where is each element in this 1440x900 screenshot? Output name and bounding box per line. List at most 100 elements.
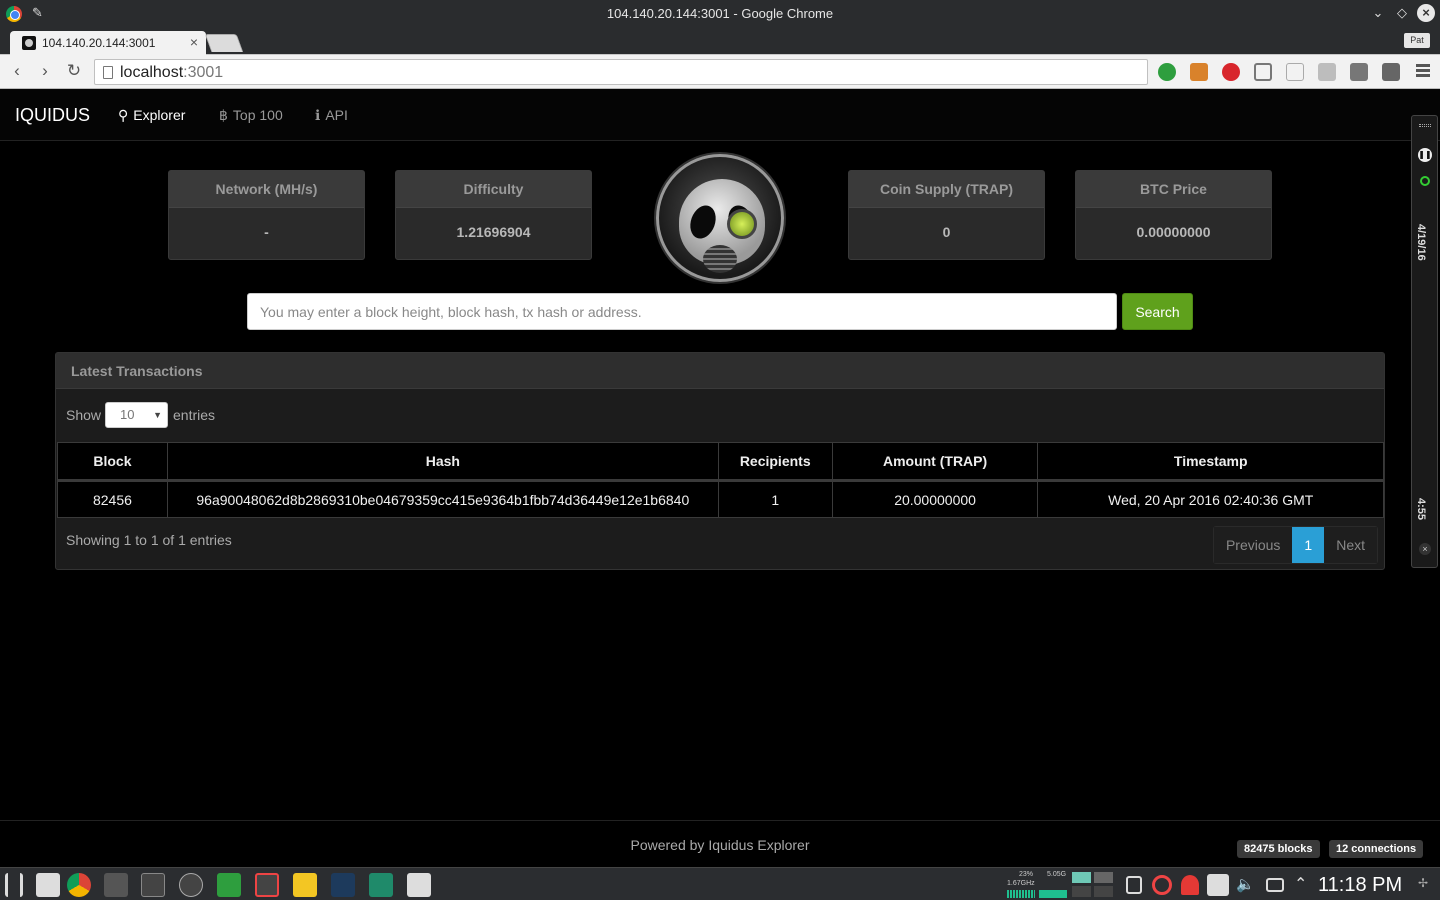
difficulty-stat: Difficulty 1.21696904: [395, 170, 592, 260]
widget-date: 4/19/16: [1415, 224, 1427, 261]
extension-gray-icon[interactable]: [1286, 63, 1304, 81]
terminal-icon[interactable]: [141, 873, 165, 897]
blocks-badge: 82475 blocks: [1237, 840, 1320, 858]
show-label: Show: [66, 407, 102, 423]
footer: Powered by Iquidus Explorer 82475 blocks…: [0, 820, 1440, 867]
app-circle-icon[interactable]: [179, 873, 203, 897]
volume-icon[interactable]: 🔈: [1236, 875, 1260, 899]
app-menu-icon[interactable]: [5, 873, 23, 897]
app-teal-icon[interactable]: [369, 873, 393, 897]
app-tray-icon[interactable]: [1207, 874, 1229, 896]
difficulty-stat-value: 1.21696904: [456, 224, 531, 240]
hash-cell[interactable]: 96a90048062d8b2869310be04679359cc415e936…: [166, 480, 719, 518]
nav-explorer[interactable]: ⚲ Explorer: [118, 107, 185, 124]
tab-close-icon[interactable]: ×: [190, 34, 198, 50]
profile-button[interactable]: Pat: [1404, 33, 1430, 48]
clipboard-icon[interactable]: [1126, 876, 1142, 894]
cpu-graph: [1007, 890, 1035, 898]
column-header-hash[interactable]: Hash: [166, 442, 719, 482]
top-navbar: IQUIDUS ⚲ Explorer ฿ Top 100 ℹ API: [0, 89, 1440, 141]
todo-tray-icon[interactable]: [1152, 875, 1172, 895]
reload-icon[interactable]: ↻: [64, 61, 84, 81]
file-manager-icon[interactable]: [36, 873, 60, 897]
search-button[interactable]: Search: [1122, 293, 1193, 330]
new-tab-button[interactable]: [204, 34, 244, 52]
network-stat-value: -: [264, 224, 269, 240]
column-header-block[interactable]: Block: [57, 442, 168, 482]
coin-supply-stat: Coin Supply (TRAP) 0: [848, 170, 1045, 260]
side-timer-widget: ❚❚ 4/19/16 4:55 ×: [1411, 115, 1438, 568]
latest-transactions-panel: Latest Transactions Show 10 ▼ entries Bl…: [55, 352, 1385, 570]
nav-top100[interactable]: ฿ Top 100: [219, 107, 283, 124]
workspace-2[interactable]: [1094, 872, 1113, 883]
extension-tree-icon[interactable]: [1318, 63, 1336, 81]
memory-usage: 5.05G: [1047, 871, 1067, 878]
powered-by-text: Powered by Iquidus Explorer: [630, 837, 810, 853]
column-header-recipients[interactable]: Recipients: [717, 442, 833, 482]
workspace-1[interactable]: [1072, 872, 1091, 883]
tab-strip: 104.140.20.144:3001 × Pat: [0, 28, 1440, 55]
css-icon[interactable]: [1350, 63, 1368, 81]
search-input[interactable]: [247, 293, 1117, 330]
workspace-3[interactable]: [1072, 886, 1091, 897]
cpu-frequency: 1.67GHz: [1007, 880, 1035, 887]
widget-close-icon[interactable]: ×: [1419, 543, 1431, 555]
maximize-icon[interactable]: ◇: [1393, 4, 1411, 22]
next-button[interactable]: Next: [1324, 527, 1377, 563]
pause-icon[interactable]: ❚❚: [1418, 148, 1432, 162]
coin-supply-stat-value: 0: [942, 224, 951, 240]
bitcoin-icon: ฿: [219, 107, 228, 123]
forward-icon[interactable]: ›: [35, 61, 55, 81]
os-taskbar: 23% 1.67GHz 5.05G 🔈 ⌃ 11:18 PM ✢: [0, 867, 1440, 900]
address-bar[interactable]: localhost:3001: [94, 59, 1148, 85]
search-icon: ⚲: [118, 107, 129, 123]
nav-api[interactable]: ℹ API: [315, 107, 348, 124]
app-yellow-icon[interactable]: [293, 873, 317, 897]
ghost-icon[interactable]: [1181, 875, 1199, 895]
address-bar-url[interactable]: localhost:3001: [120, 64, 223, 82]
column-header-amount[interactable]: Amount (TRAP): [831, 442, 1039, 482]
chrome-taskbar-icon[interactable]: [67, 873, 91, 897]
back-icon[interactable]: ‹: [7, 61, 27, 81]
app-green-icon[interactable]: [217, 873, 241, 897]
close-window-icon[interactable]: ×: [1417, 4, 1435, 22]
app-blue-icon[interactable]: [331, 873, 355, 897]
extension-orange-icon[interactable]: [1190, 63, 1208, 81]
window-titlebar: ✎ 104.140.20.144:3001 - Google Chrome ⌄ …: [0, 0, 1440, 28]
difficulty-stat-label: Difficulty: [396, 171, 591, 208]
network-icon[interactable]: [1266, 878, 1284, 892]
btc-price-stat: BTC Price 0.00000000: [1075, 170, 1272, 260]
block-cell[interactable]: 82456: [57, 480, 168, 518]
column-header-timestamp[interactable]: Timestamp: [1037, 442, 1384, 482]
todo-icon[interactable]: [255, 873, 279, 897]
minimize-icon[interactable]: ⌄: [1369, 4, 1387, 22]
browser-menu-icon[interactable]: [1416, 64, 1430, 79]
pagination: Previous 1 Next: [1212, 526, 1378, 564]
page-icon: [103, 66, 113, 79]
brand-link[interactable]: IQUIDUS: [15, 105, 90, 126]
folder-icon[interactable]: [407, 873, 431, 897]
workspace-4[interactable]: [1094, 886, 1113, 897]
chevron-up-icon[interactable]: ⌃: [1294, 874, 1318, 898]
cast-icon[interactable]: [1254, 63, 1272, 81]
hand-icon[interactable]: [1382, 63, 1400, 81]
opera-icon[interactable]: [1222, 63, 1240, 81]
network-stat-label: Network (MH/s): [169, 171, 364, 208]
timestamp-cell: Wed, 20 Apr 2016 02:40:36 GMT: [1037, 480, 1384, 518]
taskbar-clock[interactable]: 11:18 PM: [1318, 874, 1402, 897]
tab-title: 104.140.20.144:3001: [42, 36, 156, 50]
network-stat: Network (MH/s) -: [168, 170, 365, 260]
drag-handle-icon[interactable]: [1419, 124, 1431, 127]
previous-button[interactable]: Previous: [1213, 527, 1293, 563]
extension-green-icon[interactable]: [1158, 63, 1176, 81]
connections-badge: 12 connections: [1329, 840, 1424, 858]
site-favicon-icon: [22, 36, 36, 50]
page-button-1[interactable]: 1: [1292, 527, 1325, 563]
entries-label: entries: [173, 407, 216, 423]
alien-logo: [656, 154, 784, 282]
btc-price-stat-label: BTC Price: [1076, 171, 1271, 208]
show-desktop-icon[interactable]: ✢: [1418, 876, 1440, 900]
browser-tab[interactable]: 104.140.20.144:3001 ×: [10, 31, 206, 55]
settings-icon[interactable]: [104, 873, 128, 897]
page-length-select[interactable]: 10 ▼: [105, 402, 168, 428]
